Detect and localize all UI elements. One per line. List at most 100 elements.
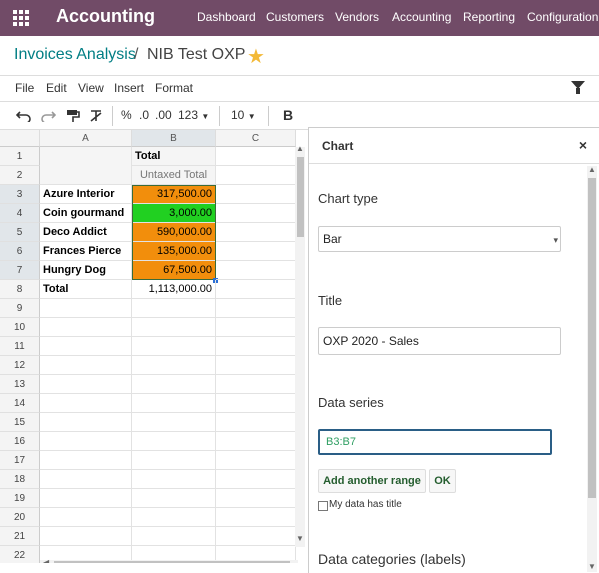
row-header-8[interactable]: 8 (0, 280, 40, 299)
empty-cell[interactable] (40, 432, 132, 451)
cell-b1[interactable]: Total (132, 147, 216, 166)
empty-cell[interactable] (216, 527, 296, 546)
paint-format-icon[interactable] (66, 109, 80, 123)
increase-decimal-button[interactable]: .00 (155, 108, 172, 122)
cell-a7[interactable]: Hungry Dog (40, 261, 132, 280)
row-header-22[interactable]: 22 (0, 546, 40, 563)
cell-b2[interactable]: Untaxed Total (132, 166, 216, 185)
cell-b7[interactable]: 67,500.00 (132, 261, 216, 280)
scroll-down-icon[interactable]: ▼ (296, 534, 304, 543)
row-header-14[interactable]: 14 (0, 394, 40, 413)
row-header-2[interactable]: 2 (0, 166, 40, 185)
grid-horizontal-scrollbar-thumb[interactable] (54, 561, 290, 563)
empty-cell[interactable] (40, 489, 132, 508)
empty-cell[interactable] (132, 375, 216, 394)
row-header-12[interactable]: 12 (0, 356, 40, 375)
spreadsheet-grid[interactable]: A B C 1 2 3 4 5 6 7 8 9 10 11 12 13 14 15 16 17 18 19 20 21 2… (0, 130, 308, 563)
row-header-3[interactable]: 3 (0, 185, 40, 204)
bold-button[interactable]: B (283, 107, 293, 123)
row-header-18[interactable]: 18 (0, 470, 40, 489)
empty-cell[interactable] (216, 356, 296, 375)
empty-cell[interactable] (40, 318, 132, 337)
scroll-up-icon[interactable]: ▲ (588, 165, 596, 174)
chart-type-select[interactable]: Bar ▾ (318, 226, 561, 252)
corner-header[interactable] (0, 130, 40, 147)
row-header-19[interactable]: 19 (0, 489, 40, 508)
row-header-16[interactable]: 16 (0, 432, 40, 451)
empty-cell[interactable] (132, 451, 216, 470)
menu-view[interactable]: View (78, 81, 104, 95)
cell-a1[interactable] (40, 147, 132, 185)
my-data-has-title-checkbox[interactable] (318, 501, 328, 511)
empty-cell[interactable] (216, 223, 296, 242)
empty-cell[interactable] (40, 470, 132, 489)
redo-icon[interactable] (40, 110, 56, 122)
empty-cell[interactable] (132, 413, 216, 432)
cell-a5[interactable]: Deco Addict (40, 223, 132, 242)
column-header-a[interactable]: A (40, 130, 132, 147)
clear-format-icon[interactable] (89, 109, 103, 123)
grid-horizontal-scrollbar[interactable]: ◀ (40, 558, 298, 563)
cell-b6[interactable]: 135,000.00 (132, 242, 216, 261)
chart-title-input[interactable]: OXP 2020 - Sales (318, 327, 561, 355)
grid-vertical-scrollbar[interactable]: ▲ ▼ (295, 144, 305, 547)
panel-vertical-scrollbar-thumb[interactable] (588, 178, 596, 498)
add-another-range-button[interactable]: Add another range (318, 469, 426, 493)
menu-customers[interactable]: Customers (266, 10, 324, 24)
column-header-c[interactable]: C (216, 130, 296, 147)
empty-cell[interactable] (40, 508, 132, 527)
menu-insert[interactable]: Insert (114, 81, 144, 95)
row-header-11[interactable]: 11 (0, 337, 40, 356)
row-header-10[interactable]: 10 (0, 318, 40, 337)
empty-cell[interactable] (40, 413, 132, 432)
cell-b4[interactable]: 3,000.00 (132, 204, 216, 223)
cell-a6[interactable]: Frances Pierce (40, 242, 132, 261)
row-header-15[interactable]: 15 (0, 413, 40, 432)
empty-cell[interactable] (40, 356, 132, 375)
empty-cell[interactable] (40, 394, 132, 413)
app-title[interactable]: Accounting (56, 6, 155, 27)
font-size-dropdown[interactable]: 10 ▼ (231, 108, 256, 122)
filter-icon[interactable] (571, 81, 585, 94)
empty-cell[interactable] (216, 470, 296, 489)
row-header-17[interactable]: 17 (0, 451, 40, 470)
format-percent-button[interactable]: % (121, 108, 132, 122)
empty-cell[interactable] (40, 451, 132, 470)
menu-vendors[interactable]: Vendors (335, 10, 379, 24)
empty-cell[interactable] (216, 299, 296, 318)
empty-cell[interactable] (216, 318, 296, 337)
empty-cell[interactable] (216, 413, 296, 432)
row-header-5[interactable]: 5 (0, 223, 40, 242)
cell-b8[interactable]: 1,113,000.00 (132, 280, 216, 299)
empty-cell[interactable] (132, 318, 216, 337)
menu-edit[interactable]: Edit (46, 81, 67, 95)
empty-cell[interactable] (132, 299, 216, 318)
empty-cell[interactable] (216, 147, 296, 166)
empty-cell[interactable] (132, 470, 216, 489)
row-header-20[interactable]: 20 (0, 508, 40, 527)
empty-cell[interactable] (216, 280, 296, 299)
panel-vertical-scrollbar[interactable]: ▲ ▼ (587, 165, 597, 572)
empty-cell[interactable] (216, 375, 296, 394)
cell-a3[interactable]: Azure Interior (40, 185, 132, 204)
menu-accounting[interactable]: Accounting (392, 10, 451, 24)
data-series-input[interactable]: B3:B7 (318, 429, 552, 455)
cell-a4[interactable]: Coin gourmand (40, 204, 132, 223)
empty-cell[interactable] (132, 337, 216, 356)
close-icon[interactable]: × (579, 137, 587, 153)
row-header-7[interactable]: 7 (0, 261, 40, 280)
scroll-down-icon[interactable]: ▼ (588, 562, 596, 571)
empty-cell[interactable] (216, 337, 296, 356)
empty-cell[interactable] (132, 508, 216, 527)
empty-cell[interactable] (40, 375, 132, 394)
row-header-6[interactable]: 6 (0, 242, 40, 261)
empty-cell[interactable] (216, 204, 296, 223)
empty-cell[interactable] (40, 527, 132, 546)
empty-cell[interactable] (216, 451, 296, 470)
empty-cell[interactable] (216, 394, 296, 413)
cell-a8[interactable]: Total (40, 280, 132, 299)
empty-cell[interactable] (132, 527, 216, 546)
menu-reporting[interactable]: Reporting (463, 10, 515, 24)
menu-dashboard[interactable]: Dashboard (197, 10, 256, 24)
undo-icon[interactable] (16, 110, 32, 122)
